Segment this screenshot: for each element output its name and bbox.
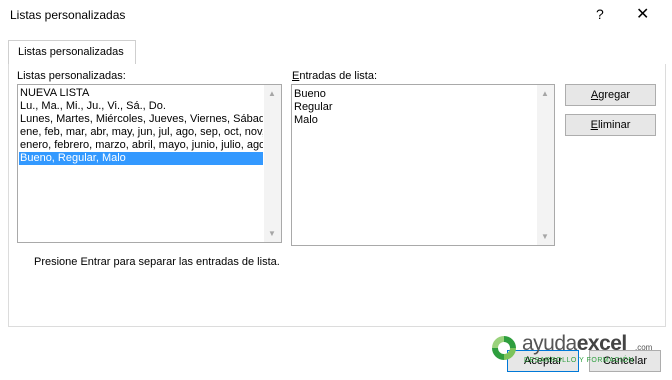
brand-part-a: ayuda	[522, 332, 577, 355]
list-entries-textarea[interactable]: Bueno Regular Malo ▲ ▼	[291, 84, 555, 246]
ayudaexcel-watermark: ayudaexcel .com DESARROLLO Y FORMACIÓN	[490, 330, 660, 370]
tab-custom-lists[interactable]: Listas personalizadas	[8, 40, 136, 64]
tab-strip: Listas personalizadas	[8, 38, 664, 65]
entry-line: Bueno	[294, 88, 326, 100]
brand-part-b: excel	[576, 332, 628, 355]
add-label-rest: gregar	[598, 89, 631, 101]
scroll-up-icon[interactable]: ▲	[268, 89, 276, 98]
tab-label: Listas personalizadas	[18, 46, 124, 58]
custom-lists-label: Listas personalizadas:	[17, 70, 126, 82]
delete-accesskey: E	[590, 119, 598, 131]
list-item[interactable]: NUEVA LISTA	[20, 87, 89, 100]
scroll-up-icon[interactable]: ▲	[541, 89, 549, 98]
list-entries-label-rest: ntradas de lista:	[299, 70, 377, 82]
scroll-down-icon[interactable]: ▼	[268, 229, 276, 238]
list-item[interactable]: enero, febrero, marzo, abril, mayo, juni…	[20, 139, 263, 152]
add-button[interactable]: Agregar	[565, 84, 656, 106]
entry-line: Regular	[294, 101, 333, 113]
delete-button[interactable]: Eliminar	[565, 114, 656, 136]
list-item[interactable]: ene, feb, mar, abr, may, jun, jul, ago, …	[20, 126, 263, 139]
delete-label-rest: liminar	[597, 119, 631, 131]
entry-line: Malo	[294, 114, 318, 126]
help-icon[interactable]: ?	[596, 6, 604, 22]
list-item[interactable]: Lu., Ma., Mi., Ju., Vi., Sá., Do.	[20, 100, 166, 113]
tab-panel: Listas personalizadas: NUEVA LISTA Lu., …	[8, 64, 666, 327]
scroll-down-icon[interactable]: ▼	[541, 232, 549, 241]
custom-lists-listbox[interactable]: NUEVA LISTA Lu., Ma., Mi., Ju., Vi., Sá.…	[17, 84, 282, 243]
title-bar: Listas personalizadas ? ✕	[0, 0, 672, 32]
brand-text: ayudaexcel	[522, 332, 627, 356]
window-title: Listas personalizadas	[10, 8, 126, 22]
ayudaexcel-logo-icon	[492, 336, 516, 360]
hint-text: Presione Entrar para separar las entrada…	[34, 256, 280, 268]
scrollbar[interactable]: ▲ ▼	[537, 85, 554, 245]
list-item[interactable]: Lunes, Martes, Miércoles, Jueves, Vierne…	[20, 113, 263, 126]
list-entries-label: Entradas de lista:	[292, 70, 377, 82]
close-icon[interactable]: ✕	[636, 4, 649, 24]
scrollbar[interactable]: ▲ ▼	[264, 85, 281, 242]
brand-tld: .com	[635, 343, 653, 352]
brand-tagline: DESARROLLO Y FORMACIÓN	[524, 357, 634, 364]
list-item-selected[interactable]: Bueno, Regular, Malo	[19, 152, 263, 165]
